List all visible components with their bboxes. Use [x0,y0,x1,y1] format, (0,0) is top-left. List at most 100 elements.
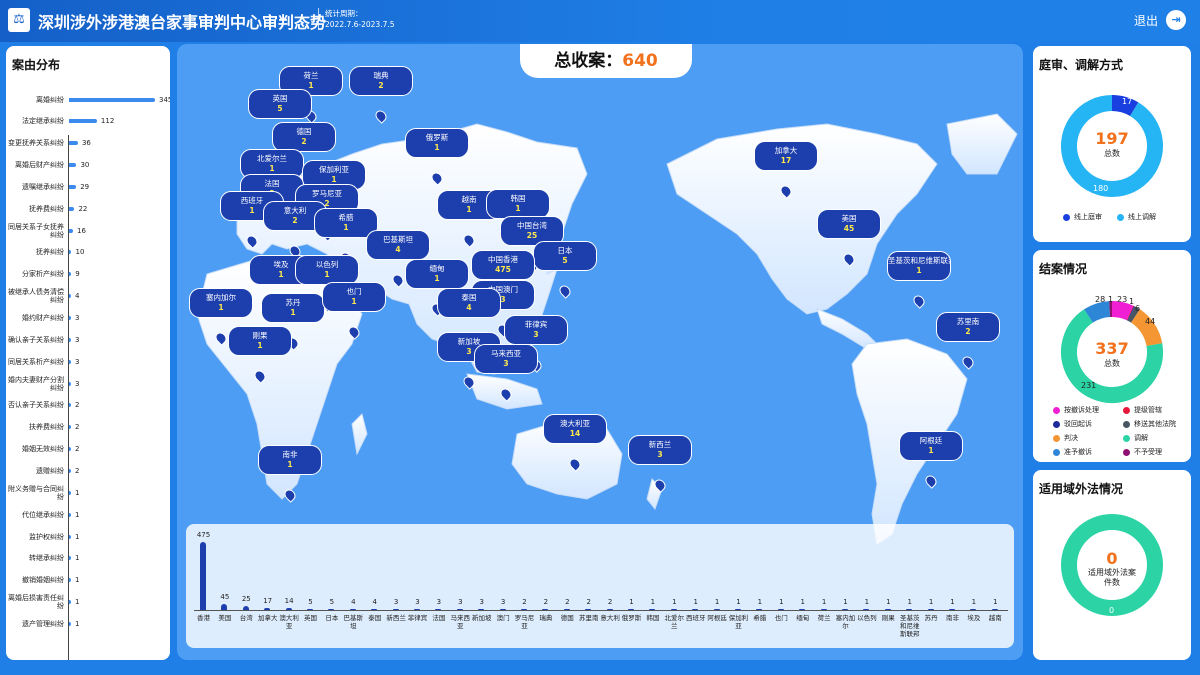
region-bar-column[interactable]: 1 以色列 [856,524,877,648]
legend-item[interactable]: 移送其他法院 [1123,419,1176,429]
case-category-row[interactable]: 离婚后财产纠纷 30 [6,155,170,176]
map-pin-label[interactable]: 也门 1 [322,282,386,312]
case-category-row[interactable]: 抚养纠纷 10 [6,242,170,263]
map-pin-label[interactable]: 加拿大 17 [754,141,818,171]
region-bar-column[interactable]: 1 圣基茨和尼维斯联邦 [899,524,920,648]
logout-icon[interactable]: ⇥ [1166,10,1186,30]
map-pin-label[interactable]: 苏里南 2 [936,312,1000,342]
region-bar-column[interactable]: 1 埃及 [963,524,984,648]
region-bar-column[interactable]: 3 马来西亚 [450,524,471,648]
legend-item[interactable]: 不予受理 [1123,447,1162,457]
legend-item[interactable]: 按撤诉处理 [1053,405,1099,415]
map-pin-label[interactable]: 德国 2 [272,122,336,152]
map-pin-label[interactable]: 新西兰 3 [628,435,692,465]
region-bar-column[interactable]: 2 意大利 [600,524,621,648]
map-pin-label[interactable]: 马来西亚 3 [474,344,538,374]
region-bar-column[interactable]: 1 苏丹 [921,524,942,648]
case-category-row[interactable]: 遗赠纠纷 2 [6,460,170,481]
region-bar-column[interactable]: 1 西班牙 [685,524,706,648]
map-pin-label[interactable]: 缅甸 1 [405,259,469,289]
case-category-row[interactable]: 遗产管理纠纷 1 [6,613,170,634]
map-pin-label[interactable]: 俄罗斯 1 [405,128,469,158]
case-category-row[interactable]: 被继承人债务清偿纠纷 4 [6,286,170,307]
case-category-row[interactable]: 代位继承纠纷 1 [6,504,170,525]
case-category-row[interactable]: 婚姻无效纠纷 2 [6,439,170,460]
case-category-row[interactable]: 遗嘱继承纠纷 29 [6,176,170,197]
region-bar-column[interactable]: 475 香港 [193,524,214,648]
map-pin-label[interactable]: 南非 1 [258,445,322,475]
map-pin-label[interactable]: 泰国 4 [437,288,501,318]
map-pin-label[interactable]: 瑞典 2 [349,66,413,96]
map-pin-label[interactable]: 韩国 1 [486,189,550,219]
region-bar-column[interactable]: 3 菲律宾 [407,524,428,648]
region-bar-column[interactable]: 14 澳大利亚 [279,524,300,648]
region-bar-column[interactable]: 3 新西兰 [386,524,407,648]
region-bar-column[interactable]: 1 也门 [771,524,792,648]
region-bar-column[interactable]: 5 英国 [300,524,321,648]
region-bar-column[interactable]: 45 美国 [214,524,235,648]
case-category-row[interactable]: 扶养费纠纷 2 [6,417,170,438]
logout-button[interactable]: 退出 [1134,12,1158,29]
region-bar-column[interactable]: 4 巴基斯坦 [343,524,364,648]
legend-item[interactable]: 驳回起诉 [1053,419,1092,429]
map-pin-label[interactable]: 菲律宾 3 [504,315,568,345]
case-category-row[interactable]: 抚养费纠纷 22 [6,198,170,219]
region-bar-column[interactable]: 1 缅甸 [792,524,813,648]
case-category-row[interactable]: 离婚后损害责任纠纷 1 [6,592,170,613]
case-category-row[interactable]: 同居关系子女抚养纠纷 16 [6,220,170,241]
map-pin-label[interactable]: 刚果 1 [228,326,292,356]
map-pin-label[interactable]: 以色列 1 [295,255,359,285]
region-bar-column[interactable]: 5 日本 [321,524,342,648]
donut-slice[interactable] [1084,301,1111,323]
case-category-row[interactable]: 监护权纠纷 1 [6,526,170,547]
case-category-row[interactable]: 同居关系析产纠纷 3 [6,351,170,372]
region-bar-column[interactable]: 1 荷兰 [814,524,835,648]
region-bar-column[interactable]: 1 保加利亚 [728,524,749,648]
case-category-row[interactable]: 分家析产纠纷 9 [6,264,170,285]
donut-slice[interactable] [1111,301,1134,321]
case-category-row[interactable]: 婚约财产纠纷 3 [6,308,170,329]
region-bar-column[interactable]: 3 新加坡 [471,524,492,648]
region-bar-column[interactable]: 1 希腊 [749,524,770,648]
map-pin-label[interactable]: 澳大利亚 14 [543,414,607,444]
region-bar-column[interactable]: 1 韩国 [642,524,663,648]
map-pin-label[interactable]: 阿根廷 1 [899,431,963,461]
region-bar-column[interactable]: 2 瑞典 [535,524,556,648]
case-category-row[interactable]: 确认亲子关系纠纷 3 [6,329,170,350]
map-pin-label[interactable]: 巴基斯坦 4 [366,230,430,260]
region-bar-column[interactable]: 3 法国 [428,524,449,648]
region-bar-column[interactable]: 1 北爱尔兰 [664,524,685,648]
region-bar-column[interactable]: 2 罗马尼亚 [514,524,535,648]
case-category-row[interactable]: 变更抚养关系纠纷 36 [6,133,170,154]
case-category-row[interactable]: 撤销婚姻纠纷 1 [6,570,170,591]
map-pin-label[interactable]: 英国 5 [248,89,312,119]
map-pin-label[interactable]: 中国香港 475 [471,250,535,280]
map-pin-label[interactable]: 圣基茨和尼维斯联邦 1 [887,251,951,281]
region-bar-column[interactable]: 17 加拿大 [257,524,278,648]
region-bar-column[interactable]: 2 德国 [557,524,578,648]
region-bar-column[interactable]: 1 越南 [985,524,1006,648]
case-category-row[interactable]: 否认亲子关系纠纷 2 [6,395,170,416]
case-category-row[interactable]: 婚内夫妻财产分割纠纷 3 [6,373,170,394]
case-category-row[interactable]: 附义务赠与合同纠纷 1 [6,482,170,503]
region-bar-column[interactable]: 4 泰国 [364,524,385,648]
region-bar-column[interactable]: 3 澳门 [493,524,514,648]
region-bar-column[interactable]: 1 刚果 [878,524,899,648]
legend-item[interactable]: 调解 [1123,433,1148,443]
donut-slice[interactable] [1127,306,1140,323]
region-bar-column[interactable]: 25 台湾 [236,524,257,648]
region-bar-column[interactable]: 1 阿根廷 [707,524,728,648]
map-pin-label[interactable]: 美国 45 [817,209,881,239]
legend-online-trial[interactable]: 线上庭审 [1063,212,1102,222]
region-bar-column[interactable]: 1 俄罗斯 [621,524,642,648]
map-pin-label[interactable]: 塞内加尔 1 [189,288,253,318]
case-category-row[interactable]: 法定继承纠纷 112 [6,111,170,132]
case-category-row[interactable]: 转继承纠纷 1 [6,548,170,569]
region-bar-column[interactable]: 2 苏里南 [578,524,599,648]
region-bar-column[interactable]: 1 南非 [942,524,963,648]
map-pin-label[interactable]: 苏丹 1 [261,293,325,323]
case-category-row[interactable]: 离婚纠纷 345 [6,89,170,110]
map-pin-label[interactable]: 日本 5 [533,241,597,271]
legend-item[interactable]: 准予撤诉 [1053,447,1092,457]
legend-item[interactable]: 提级管辖 [1123,405,1162,415]
